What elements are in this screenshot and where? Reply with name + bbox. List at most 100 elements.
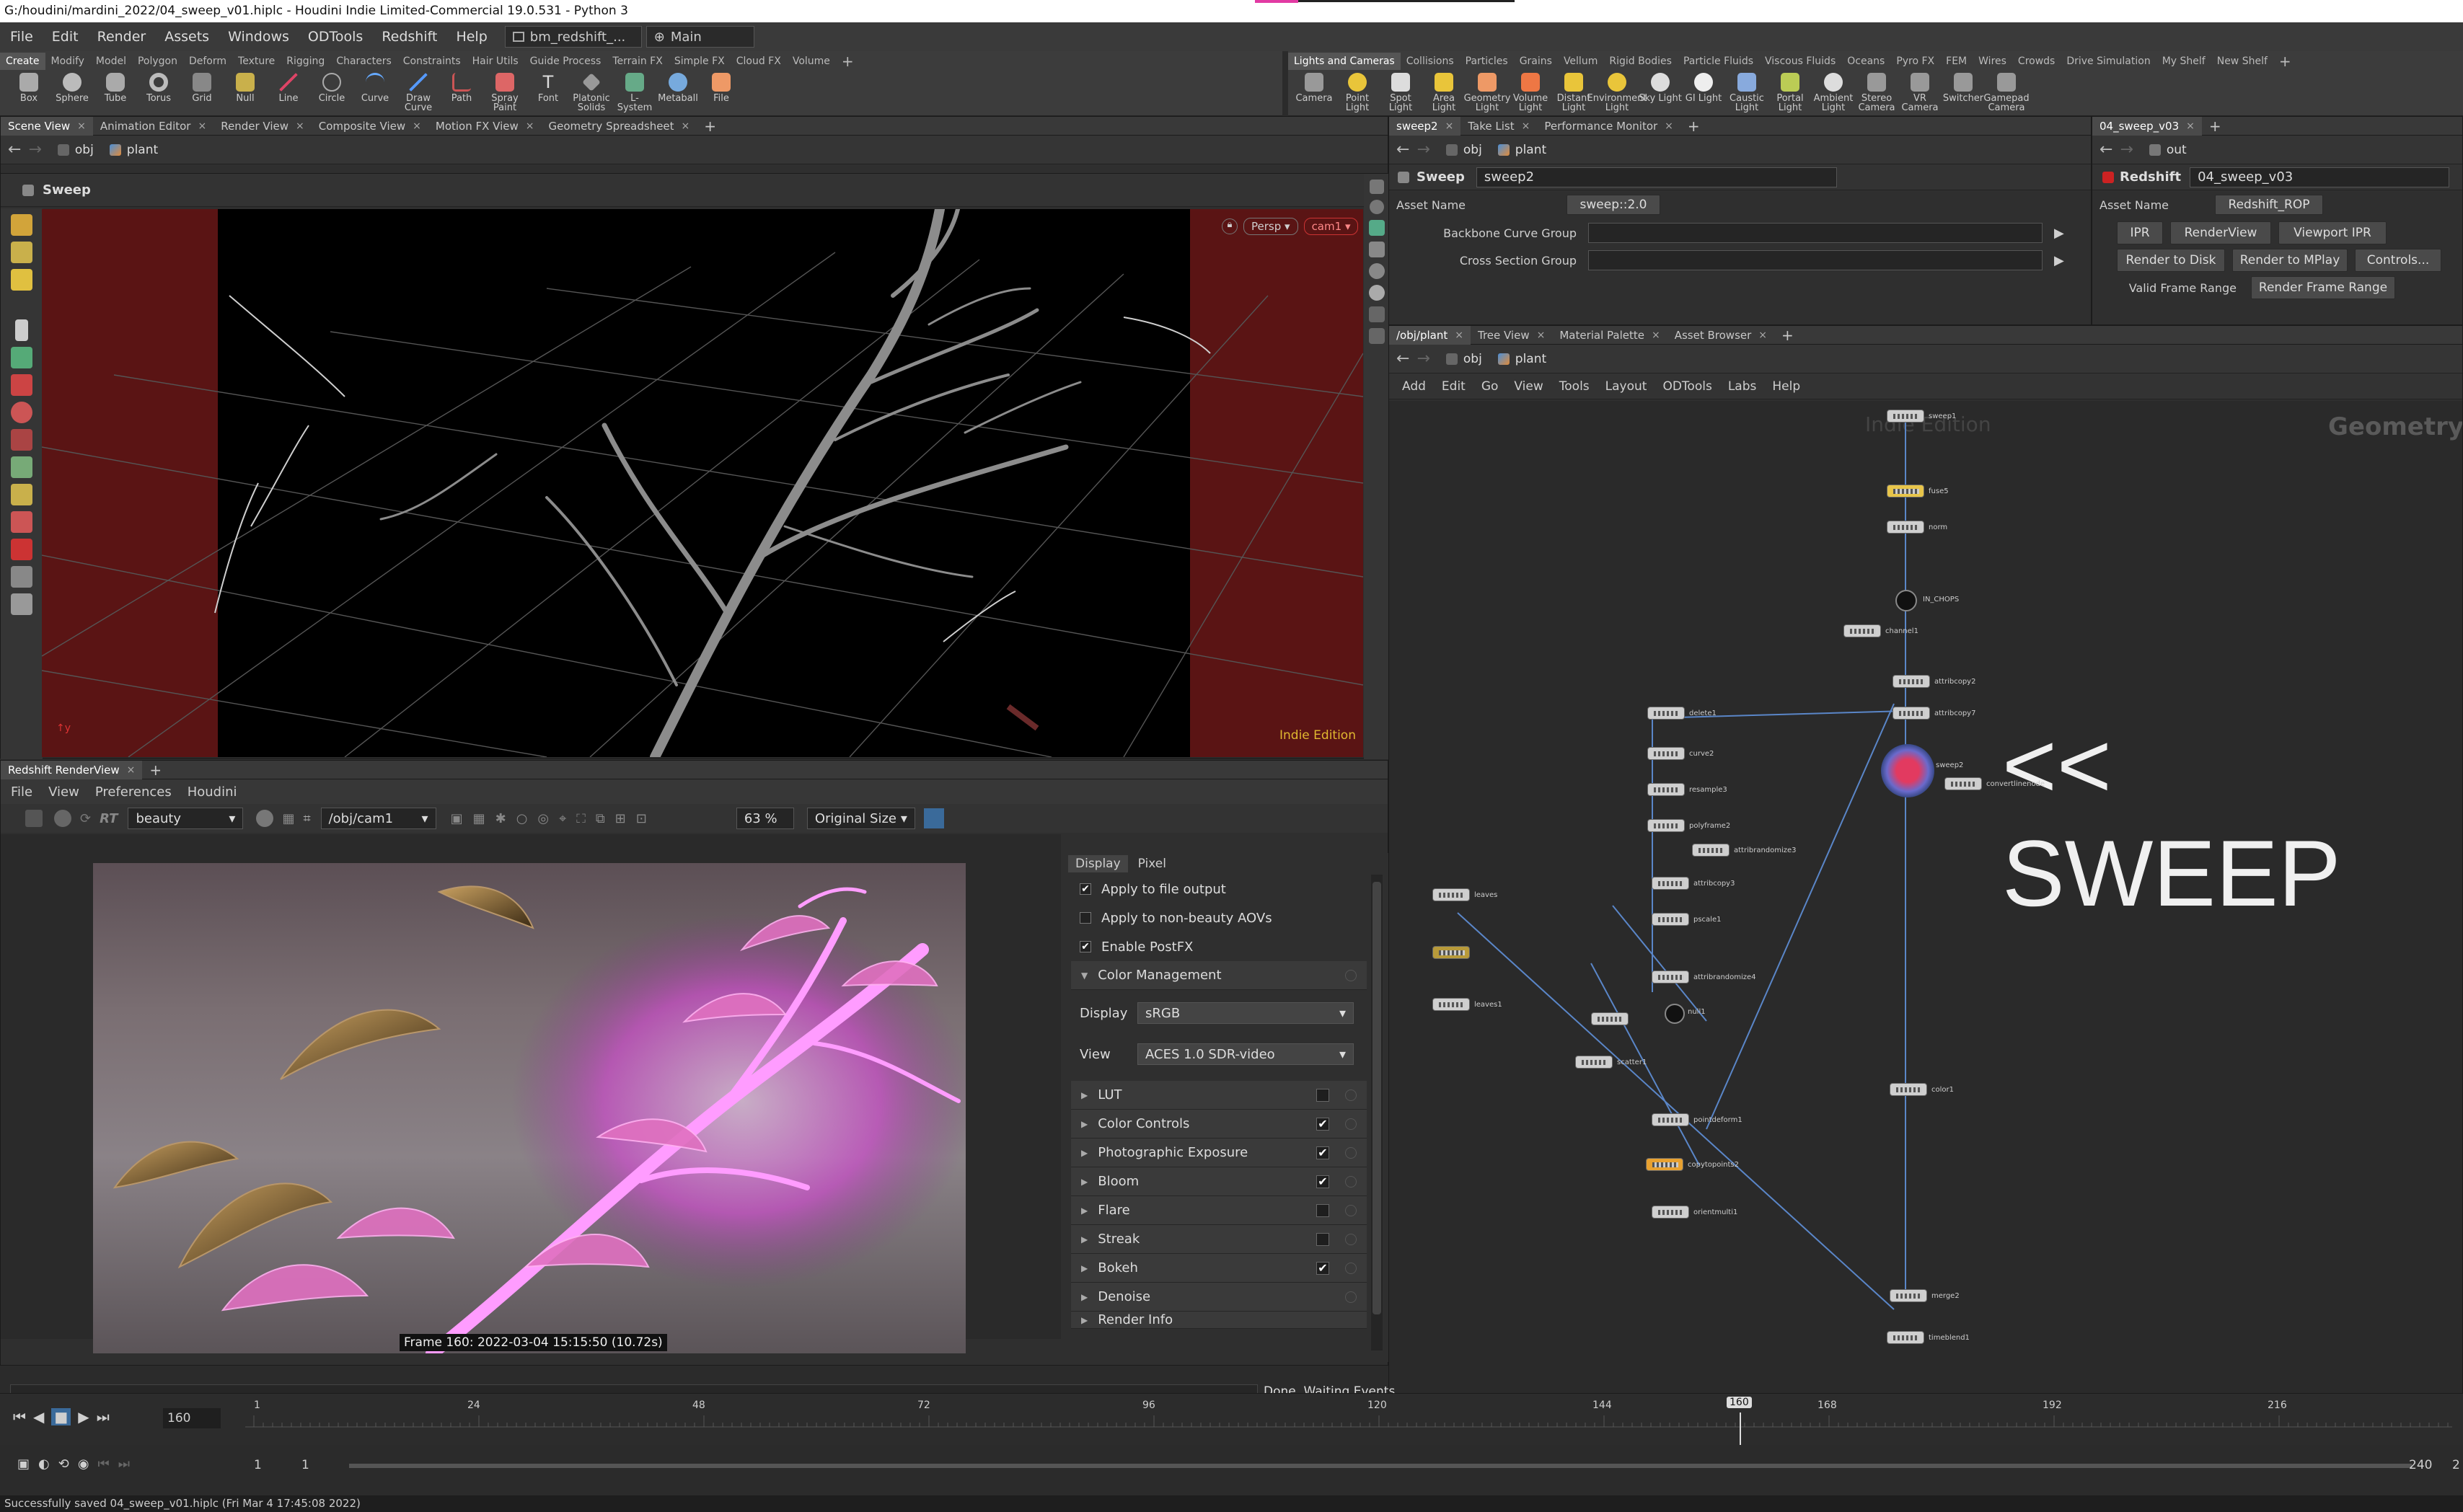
node-color1[interactable] (1890, 1083, 1927, 1096)
close-icon[interactable]: × (413, 120, 421, 132)
tool-ambient-light[interactable]: Ambient Light (1812, 70, 1855, 112)
tool-box[interactable]: Box (7, 70, 50, 103)
render-to-mplay-button[interactable]: Render to MPlay (2232, 249, 2348, 272)
tab-render-view[interactable]: Render View × (213, 120, 312, 133)
node-convertline[interactable] (1944, 777, 1982, 790)
section-checkbox[interactable] (1316, 1088, 1329, 1102)
brush-icon[interactable] (11, 566, 32, 588)
backbone-field[interactable] (1588, 223, 2043, 243)
net-menu-go[interactable]: Go (1481, 379, 1499, 394)
step-back-icon[interactable]: ◀ (33, 1408, 44, 1425)
camera-select[interactable]: /obj/cam1 ▾ (320, 808, 436, 829)
tool-switcher[interactable]: Switcher (1942, 70, 1985, 103)
back-arrow-icon[interactable]: ← (2100, 141, 2112, 159)
net-menu-odtools[interactable]: ODTools (1662, 379, 1711, 394)
tool-volume-light[interactable]: Volume Light (1509, 70, 1552, 112)
node-delete1[interactable] (1647, 707, 1685, 720)
controls-button[interactable]: Controls... (2355, 249, 2441, 272)
range-start-visible[interactable]: 1 (301, 1458, 309, 1472)
shelf-tab-rigging[interactable]: Rigging (281, 53, 330, 70)
close-icon[interactable]: × (1537, 330, 1546, 341)
section-photographic-exposure[interactable]: ▶ Photographic Exposure ✔ (1071, 1139, 1367, 1167)
section-bokeh[interactable]: ▶ Bokeh ✔ (1071, 1254, 1367, 1283)
close-icon[interactable]: × (526, 120, 534, 132)
path-plant[interactable]: plant (1497, 352, 1546, 366)
close-icon[interactable]: × (127, 764, 136, 776)
tool-caustic-light[interactable]: Caustic Light (1725, 70, 1768, 112)
node-name-field[interactable]: sweep2 (1476, 167, 1837, 187)
size-select[interactable]: Original Size ▾ (806, 808, 915, 829)
net-menu-layout[interactable]: Layout (1605, 379, 1647, 394)
node-copytopoints2[interactable] (1646, 1158, 1683, 1171)
node-attribcopy7[interactable] (1893, 707, 1930, 720)
ipr-button[interactable]: IPR (2117, 221, 2163, 244)
shelf-tab-particle-fluids[interactable]: Particle Fluids (1678, 53, 1759, 70)
panel-tab-display[interactable]: Display (1068, 855, 1128, 872)
close-icon[interactable]: × (1522, 120, 1530, 132)
display-options-icon[interactable] (1369, 180, 1384, 194)
forward-arrow-icon[interactable]: → (2120, 141, 2133, 159)
path-obj[interactable]: obj (1445, 143, 1482, 157)
close-icon[interactable]: × (682, 120, 690, 132)
stop-icon[interactable]: ■ (51, 1408, 71, 1425)
shelf-tab-lights-cameras[interactable]: Lights and Cameras (1288, 53, 1401, 70)
shelf-tab-constraints[interactable]: Constraints (397, 53, 467, 70)
shelf-tab-wires[interactable]: Wires (1973, 53, 2012, 70)
tab-redshift-renderview[interactable]: Redshift RenderView × (1, 760, 143, 779)
ghost-icon[interactable] (1368, 263, 1385, 279)
shelf-tab-characters[interactable]: Characters (330, 53, 397, 70)
checkbox[interactable] (1080, 912, 1091, 924)
tab-obj-plant[interactable]: /obj/plant × (1389, 325, 1471, 345)
net-menu-labs[interactable]: Labs (1728, 379, 1757, 394)
check-apply-non-beauty[interactable]: Apply to non-beauty AOVs (1065, 903, 1388, 932)
camera-menu[interactable]: cam1 ▾ (1303, 218, 1359, 235)
shelf-tab-polygon[interactable]: Polygon (132, 53, 183, 70)
node-pscale1[interactable] (1652, 913, 1689, 926)
shelf-tab-new-shelf[interactable]: New Shelf (2211, 53, 2273, 70)
node-transform[interactable] (1591, 1012, 1629, 1025)
audio-icon[interactable]: ◐ (38, 1456, 50, 1472)
shelf-tab-modify[interactable]: Modify (45, 53, 90, 70)
tool-torus[interactable]: Torus (137, 70, 180, 103)
light-icon[interactable] (1368, 285, 1385, 301)
range-start[interactable]: 1 (254, 1458, 262, 1472)
node-null1[interactable] (1665, 1004, 1685, 1024)
tool-gi-light[interactable]: GI Light (1682, 70, 1725, 103)
shelf-tab-terrain-fx[interactable]: Terrain FX (607, 53, 669, 70)
lock-camera-icon[interactable]: 🔒︎ (1222, 218, 1238, 234)
close-icon[interactable]: × (1445, 120, 1454, 132)
node-timeblend1[interactable] (1887, 1331, 1924, 1344)
tool-curve[interactable]: Curve (353, 70, 397, 103)
shelf-tab-model[interactable]: Model (90, 53, 132, 70)
section-streak[interactable]: ▶ Streak (1071, 1225, 1367, 1254)
add-tab-icon[interactable]: + (1774, 327, 1801, 344)
shelf-tab-crowds[interactable]: Crowds (2012, 53, 2061, 70)
tab-asset-browser[interactable]: Asset Browser × (1667, 329, 1774, 342)
rt-icon[interactable]: RT (100, 811, 118, 826)
close-icon[interactable]: × (198, 120, 206, 132)
forward-arrow-icon[interactable]: → (28, 141, 41, 159)
desktop-selector[interactable]: bm_redshift_... (504, 26, 642, 48)
realtime-icon[interactable]: ◉ (78, 1456, 89, 1472)
check-apply-file-output[interactable]: ✔ Apply to file output (1065, 875, 1388, 903)
asset-name-value[interactable]: sweep::2.0 (1567, 195, 1660, 215)
net-menu-help[interactable]: Help (1772, 379, 1800, 394)
section-checkbox[interactable]: ✔ (1316, 1117, 1329, 1131)
node-polyframe2[interactable] (1647, 819, 1685, 832)
menu-edit[interactable]: Edit (52, 29, 79, 45)
shelf-tab-guide-process[interactable]: Guide Process (524, 53, 607, 70)
tool-sphere[interactable]: Sphere (50, 70, 94, 103)
tool-font[interactable]: T Font (526, 70, 570, 103)
rv-menu-view[interactable]: View (48, 784, 79, 800)
shelf-tab-volume[interactable]: Volume (787, 53, 836, 70)
crop-icon[interactable]: ⌗ (303, 811, 310, 826)
checkbox[interactable]: ✔ (1080, 941, 1091, 952)
shelf-tab-rigid-bodies[interactable]: Rigid Bodies (1603, 53, 1678, 70)
shelf-tab-oceans[interactable]: Oceans (1841, 53, 1890, 70)
add-tab-icon[interactable]: + (142, 761, 169, 779)
viewport-canvas[interactable]: 🔒︎ Persp ▾ cam1 ▾ Indie Edition ↑y (42, 209, 1363, 757)
menu-render[interactable]: Render (97, 29, 146, 45)
forward-arrow-icon[interactable]: → (1416, 350, 1429, 368)
section-color-management[interactable]: ▼ Color Management (1071, 961, 1367, 990)
net-menu-tools[interactable]: Tools (1559, 379, 1590, 394)
